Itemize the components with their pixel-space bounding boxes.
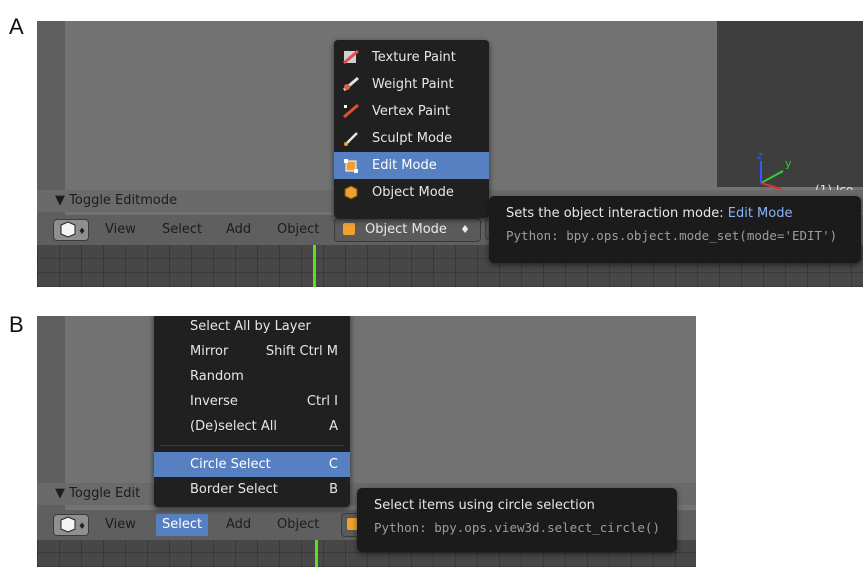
select-menu: Select All by Layer Mirror Shift Ctrl M …	[154, 316, 350, 507]
border-select-shortcut: B	[329, 482, 338, 497]
vertex-paint-icon	[343, 103, 359, 119]
svg-text:♦: ♦	[78, 227, 86, 237]
mode-dropdown[interactable]: Object Mode ♦	[334, 218, 481, 242]
menu-item-weight-paint[interactable]: Weight Paint	[334, 71, 489, 98]
svg-text:♦: ♦	[78, 522, 86, 532]
tooltip-description: Select items using circle selection	[374, 498, 595, 513]
sculpt-mode-icon	[344, 132, 358, 146]
mode-dropdown-arrow: ♦	[460, 223, 470, 236]
menu-item-random[interactable]: Random	[154, 364, 350, 389]
menu-select[interactable]: Select	[162, 219, 202, 241]
current-frame-marker	[313, 245, 316, 287]
panel-label-b: B	[9, 312, 24, 337]
tooltip: Select items using circle selection Pyth…	[357, 488, 677, 552]
menu-separator	[160, 445, 344, 446]
deselect-all-shortcut: A	[329, 419, 338, 434]
menu-item-vertex-paint[interactable]: Vertex Paint	[334, 98, 489, 125]
texture-paint-icon	[343, 49, 359, 65]
screenshot-a: y z (1) Ico ▼ Toggle Editmode ♦ View Sel…	[37, 21, 863, 287]
menu-view[interactable]: View	[105, 219, 136, 241]
toggle-editmode-label: ▼ Toggle Editmode	[55, 193, 178, 208]
menu-add[interactable]: Add	[226, 219, 251, 241]
object-mode-icon	[343, 223, 355, 235]
mirror-shortcut: Shift Ctrl M	[265, 344, 338, 359]
cube-icon: ♦	[60, 516, 86, 533]
menu-item-select-all-by-layer[interactable]: Select All by Layer	[154, 316, 350, 339]
menu-add[interactable]: Add	[226, 514, 251, 536]
tooltip-python: Python: bpy.ops.object.mode_set(mode='ED…	[506, 228, 838, 243]
menu-object[interactable]: Object	[277, 219, 319, 241]
screenshot-b: ▼ Toggle Edit ♦ View Select Add Object S…	[37, 316, 696, 567]
weight-paint-icon	[343, 76, 359, 92]
axis-y-label: y	[785, 157, 792, 170]
tooltip-value: Edit Mode	[727, 206, 793, 221]
current-frame-marker	[315, 540, 318, 567]
mode-dropdown-label: Object Mode	[365, 222, 447, 237]
menu-item-inverse[interactable]: Inverse Ctrl I	[154, 389, 350, 414]
cube-icon: ♦	[60, 221, 86, 238]
axis-z-label: z	[757, 149, 763, 162]
object-mode-icon	[344, 185, 358, 200]
tooltip: Sets the object interaction mode: Edit M…	[489, 196, 861, 263]
menu-item-deselect-all[interactable]: (De)select All A	[154, 414, 350, 439]
editor-type-button[interactable]: ♦	[53, 219, 89, 241]
menu-select[interactable]: Select	[156, 514, 209, 536]
tooltip-python: Python: bpy.ops.view3d.select_circle()	[374, 520, 660, 535]
menu-item-mirror[interactable]: Mirror Shift Ctrl M	[154, 339, 350, 364]
menu-view[interactable]: View	[105, 514, 136, 536]
menu-object[interactable]: Object	[277, 514, 319, 536]
tooltip-description: Sets the object interaction mode:	[506, 206, 724, 221]
edit-mode-icon	[344, 159, 358, 173]
menu-item-object-mode[interactable]: Object Mode	[334, 179, 489, 206]
editor-type-button[interactable]: ♦	[53, 514, 89, 536]
menu-item-circle-select[interactable]: Circle Select C	[154, 452, 350, 477]
toggle-editmode-label: ▼ Toggle Edit	[55, 486, 141, 501]
inverse-shortcut: Ctrl I	[306, 394, 338, 409]
menu-item-border-select[interactable]: Border Select B	[154, 477, 350, 502]
mode-menu: Texture Paint Weight Paint Vertex Paint …	[334, 40, 489, 218]
menu-item-sculpt-mode[interactable]: Sculpt Mode	[334, 125, 489, 152]
circle-select-shortcut: C	[328, 457, 338, 472]
menu-item-edit-mode[interactable]: Edit Mode	[334, 152, 489, 179]
panel-label-a: A	[9, 14, 24, 39]
menu-item-texture-paint[interactable]: Texture Paint	[334, 44, 489, 71]
